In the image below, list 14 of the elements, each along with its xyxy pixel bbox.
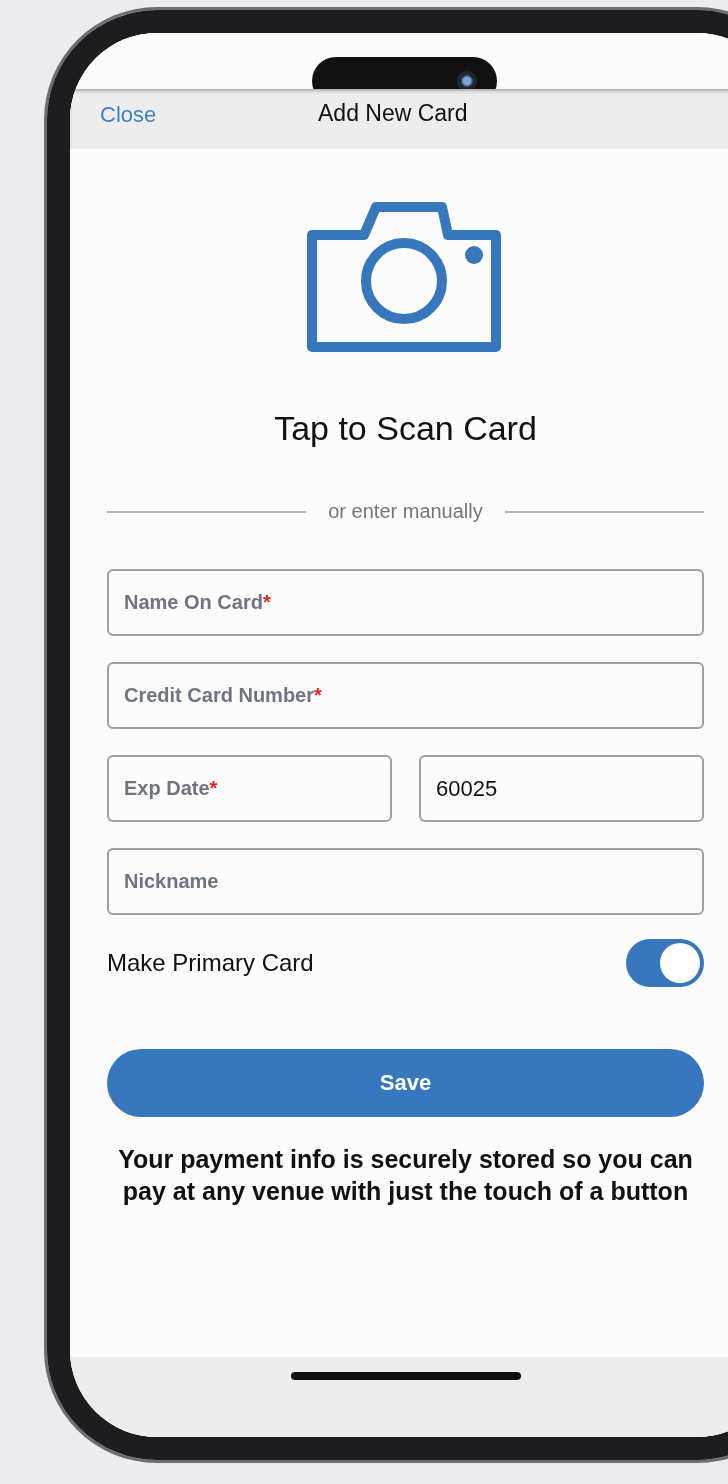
- primary-card-label: Make Primary Card: [107, 949, 314, 977]
- scan-card-label[interactable]: Tap to Scan Card: [107, 409, 704, 448]
- camera-lens-icon: [457, 71, 477, 91]
- input-field[interactable]: Exp Date*: [107, 755, 392, 822]
- primary-card-toggle[interactable]: [626, 939, 704, 987]
- input-field[interactable]: Name On Card*: [107, 569, 704, 636]
- save-button[interactable]: Save: [107, 1049, 704, 1117]
- divider-label: or enter manually: [328, 500, 483, 523]
- input-field[interactable]: 60025: [419, 755, 704, 822]
- input-field[interactable]: Nickname: [107, 848, 704, 915]
- screen-title: Add New Card: [318, 100, 468, 127]
- close-button[interactable]: Close: [100, 102, 157, 128]
- security-note: Your payment info is securely stored so you can pay at any venue with just the touch of a button: [117, 1144, 694, 1207]
- input-field[interactable]: Credit Card Number*: [107, 662, 704, 729]
